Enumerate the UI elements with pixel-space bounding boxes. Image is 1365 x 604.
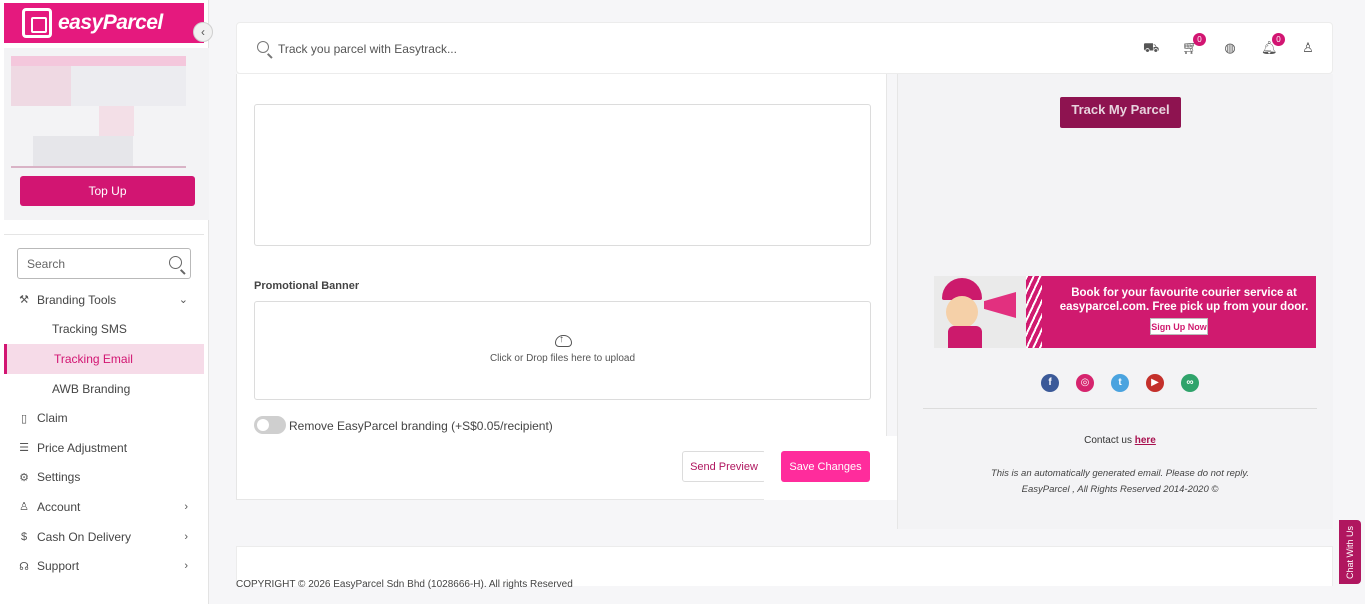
auto-generated-note: This is an automatically generated email… [990, 468, 1250, 479]
chevron-right-icon: › [184, 500, 188, 513]
twitter-icon[interactable]: t [1111, 374, 1129, 392]
promo-banner-text: Book for your favourite courier service … [1059, 287, 1309, 313]
promo-banner-image: Book for your favourite courier service … [934, 276, 1316, 348]
sidebar-item-claim[interactable]: ▯ Claim [4, 403, 204, 433]
collapse-sidebar-button[interactable]: ‹ [193, 22, 213, 42]
banner-upload-dropzone[interactable]: Click or Drop files here to upload [254, 301, 871, 400]
sidebar-nav: ⚒ Branding Tools ⌄ Tracking SMS Tracking… [4, 285, 204, 581]
top-bar: Track you parcel with Easytrack... ⛟ 🛒︎ 0… [236, 22, 1333, 74]
contact-line: Contact us here [898, 435, 1342, 446]
sidebar-search-placeholder: Search [27, 256, 66, 271]
top-up-button[interactable]: Top Up [20, 176, 195, 206]
logo-text: easyParcel [58, 11, 163, 34]
sidebar-item-label: Support [37, 559, 80, 574]
cart-count-badge: 0 [1193, 33, 1206, 46]
remove-branding-label: Remove EasyParcel branding (+S$0.05/reci… [289, 419, 553, 433]
mascot-illustration-icon [934, 276, 1026, 348]
search-icon [169, 256, 182, 269]
blurred-balance [11, 56, 186, 168]
contact-prefix: Contact us [1084, 435, 1135, 446]
dollar-icon: $ [20, 530, 28, 543]
link-icon[interactable]: ∞ [1181, 374, 1199, 392]
document-icon: ▯ [20, 412, 28, 425]
profile-icon[interactable]: ♙ [1300, 40, 1316, 56]
globe-icon[interactable]: ◍ [1222, 40, 1238, 56]
sidebar-item-awb-branding[interactable]: AWB Branding [4, 374, 204, 404]
save-changes-button[interactable]: Save Changes [781, 451, 870, 482]
sidebar-item-label: Branding Tools [37, 292, 117, 307]
gear-icon: ⚙ [19, 471, 29, 484]
logo-box-icon [22, 8, 52, 38]
facebook-icon[interactable]: f [1041, 374, 1059, 392]
sidebar-item-label: Tracking Email [54, 351, 133, 366]
notification-count-badge: 0 [1272, 33, 1285, 46]
chat-with-us-button[interactable]: Chat With Us [1339, 520, 1361, 584]
sidebar-item-account[interactable]: ♙ Account › [4, 492, 204, 522]
truck-icon[interactable]: ⛟ [1143, 40, 1159, 56]
sidebar-item-label: Price Adjustment [37, 440, 128, 455]
sliders-icon: ☰ [19, 442, 29, 455]
sidebar-item-support[interactable]: ☊ Support › [4, 551, 204, 581]
cloud-upload-icon [555, 334, 572, 347]
instagram-icon[interactable]: ◎ [1076, 374, 1094, 392]
contact-here-link[interactable]: here [1135, 435, 1156, 446]
sidebar-item-settings[interactable]: ⚙ Settings [4, 463, 204, 493]
headset-icon: ☊ [19, 560, 29, 573]
youtube-icon[interactable]: ▶ [1146, 374, 1164, 392]
divider [923, 408, 1317, 409]
sidebar-item-label: Account [37, 499, 81, 514]
sidebar-item-tracking-email[interactable]: Tracking Email [4, 344, 204, 374]
balance-card: Top Up [4, 48, 209, 220]
dropzone-text: Click or Drop files here to upload [489, 353, 636, 364]
email-preview-panel: Track My Parcel Book for your favourite … [897, 74, 1333, 529]
chevron-right-icon: › [184, 530, 188, 543]
sidebar-item-label: Tracking SMS [52, 322, 127, 337]
track-my-parcel-button[interactable]: Track My Parcel [1060, 97, 1181, 128]
send-preview-button[interactable]: Send Preview [682, 451, 766, 482]
sidebar-item-label: Settings [37, 470, 81, 485]
email-content-editor[interactable] [254, 104, 871, 246]
wrench-icon: ⚒ [19, 294, 29, 307]
sidebar-item-cash-on-delivery[interactable]: $ Cash On Delivery › [4, 522, 204, 552]
sidebar-item-tracking-sms[interactable]: Tracking SMS [4, 315, 204, 345]
stripe-decoration [1026, 276, 1042, 348]
promotional-banner-label: Promotional Banner [254, 280, 360, 292]
chevron-left-icon: ‹ [201, 25, 205, 39]
cart-icon[interactable]: 🛒︎ 0 [1182, 33, 1206, 56]
copyright-text: COPYRIGHT © 2026 EasyParcel Sdn Bhd (102… [236, 579, 573, 590]
chevron-down-icon: ⌄ [178, 294, 188, 307]
sidebar-item-label: AWB Branding [52, 381, 131, 396]
sidebar-item-label: Cash On Delivery [37, 529, 132, 544]
search-icon [257, 41, 269, 53]
sidebar-search-input[interactable]: Search [17, 248, 191, 279]
sidebar-item-price-adjustment[interactable]: ☰ Price Adjustment [4, 433, 204, 463]
sidebar-item-label: Claim [37, 411, 68, 426]
bell-icon[interactable]: 🔔︎ 0 [1261, 33, 1285, 56]
sign-up-now-button[interactable]: Sign Up Now [1150, 318, 1208, 335]
remove-branding-toggle[interactable] [254, 416, 286, 434]
easytrack-search-input[interactable]: Track you parcel with Easytrack... [278, 42, 457, 56]
chevron-right-icon: › [184, 560, 188, 573]
brand-logo[interactable]: easyParcel [4, 3, 204, 43]
rights-reserved-text: EasyParcel , All Rights Reserved 2014-20… [1021, 484, 1219, 495]
social-links: f ◎ t ▶ ∞ [1041, 374, 1199, 392]
sidebar-item-branding-tools[interactable]: ⚒ Branding Tools ⌄ [4, 285, 204, 315]
sidebar: easyParcel Top Up Search ⚒ Branding Tool… [0, 0, 209, 604]
user-icon: ♙ [19, 501, 29, 514]
divider [4, 234, 204, 235]
